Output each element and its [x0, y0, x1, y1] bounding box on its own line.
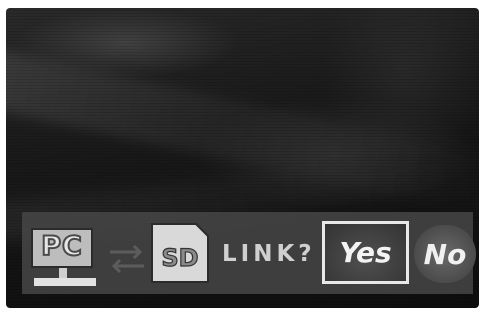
pc-monitor-icon: PC: [31, 228, 96, 288]
pc-monitor-base: [34, 278, 96, 286]
bidirectional-arrows-icon: [110, 244, 144, 274]
pc-label: PC: [40, 230, 83, 263]
no-button-label: No: [423, 237, 467, 271]
pc-monitor-stand: [59, 268, 67, 278]
yes-button-label: Yes: [339, 236, 392, 269]
link-prompt-text: LINK?: [222, 241, 316, 267]
no-button[interactable]: No: [414, 225, 476, 283]
yes-button[interactable]: Yes: [322, 221, 409, 284]
sd-card-icon: SD: [151, 223, 209, 283]
device-frame: PC SD LINK? Yes No: [0, 0, 483, 313]
sd-label: SD: [161, 244, 198, 272]
pc-monitor-screen: PC: [31, 228, 93, 268]
